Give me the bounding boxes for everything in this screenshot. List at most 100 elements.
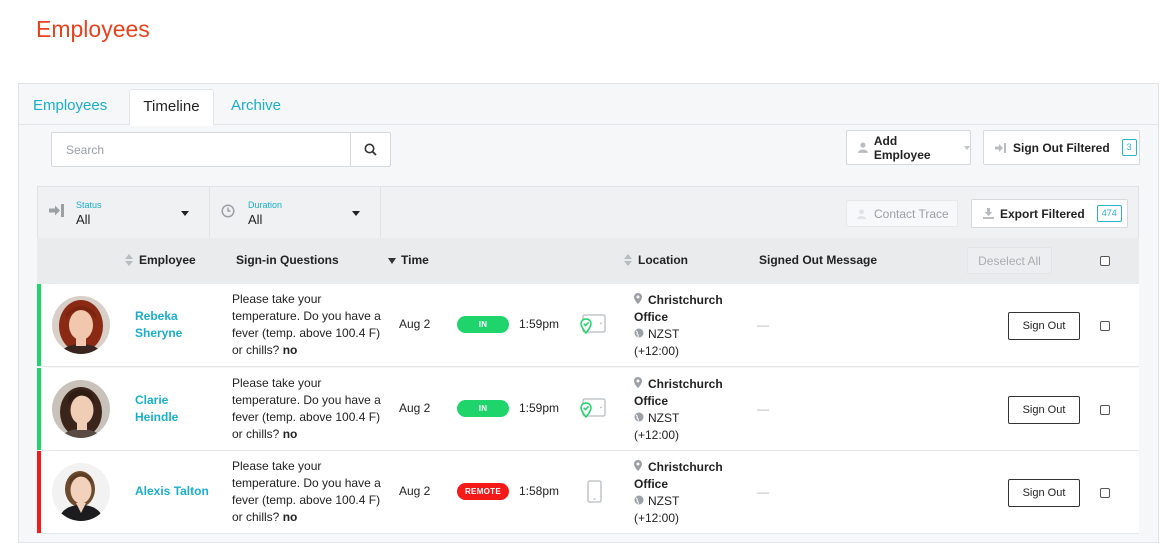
search-icon <box>364 143 377 156</box>
timezone-offset: (+12:00) <box>634 344 680 358</box>
search-button[interactable] <box>350 133 390 166</box>
duration-filter-label: Duration <box>248 200 283 210</box>
signed-out-message-column-header: Signed Out Message <box>759 253 877 267</box>
sign-in-question: Please take your temperature. Do you hav… <box>232 291 382 359</box>
page-title: Employees <box>36 16 150 42</box>
table-header: Employee Sign-in Questions Time Location… <box>37 238 1139 284</box>
location-name: Christchurch <box>648 293 723 307</box>
row-checkbox[interactable] <box>1100 488 1110 498</box>
employee-last-name: Heindle <box>135 410 179 424</box>
chevron-down-icon <box>352 211 360 216</box>
globe-icon <box>634 410 648 427</box>
row-checkbox[interactable] <box>1100 405 1110 415</box>
timezone: NZST <box>648 327 680 341</box>
location-sub: Office <box>634 477 669 491</box>
sign-in-questions-column-header: Sign-in Questions <box>236 253 339 267</box>
location-cell: Christchurch Office NZST (+12:00) <box>634 376 744 444</box>
question-answer: no <box>282 427 298 441</box>
globe-icon <box>634 326 648 343</box>
timezone: NZST <box>648 411 680 425</box>
download-icon <box>983 208 994 219</box>
employee-full-name: Alexis Talton <box>135 484 209 498</box>
employees-panel: Employees Timeline Archive Add Employee … <box>18 83 1159 543</box>
filter-bar: Status All Duration All Contact Trace Ex… <box>37 186 1139 239</box>
location-sub: Office <box>634 310 669 324</box>
sign-in-date: Aug 2 <box>399 317 431 331</box>
sign-out-button[interactable]: Sign Out <box>1008 312 1080 340</box>
row-checkbox[interactable] <box>1100 321 1110 331</box>
add-employee-button[interactable]: Add Employee <box>846 130 971 165</box>
tab-timeline[interactable]: Timeline <box>129 89 214 126</box>
status-badge: IN <box>457 400 509 417</box>
time-header-label: Time <box>401 253 429 267</box>
select-all-checkbox[interactable] <box>1100 256 1110 266</box>
employee-first-name: Clarie <box>135 393 169 407</box>
location-name: Christchurch <box>648 377 723 391</box>
sign-in-time: 1:58pm <box>519 484 560 498</box>
status-filter-value: All <box>76 212 91 227</box>
questions-header-label: Sign-in Questions <box>236 253 339 267</box>
tab-employees[interactable]: Employees <box>33 89 107 125</box>
employee-name-link[interactable]: Clarie Heindle <box>135 392 178 426</box>
table-row: Clarie Heindle Please take your temperat… <box>37 368 1139 451</box>
avatar <box>52 380 110 438</box>
user-icon <box>858 142 868 153</box>
status-filter-label: Status <box>76 200 102 210</box>
location-cell: Christchurch Office NZST (+12:00) <box>634 292 744 360</box>
employee-name-link[interactable]: Alexis Talton <box>135 483 209 500</box>
question-answer: no <box>282 343 298 357</box>
status-indicator-bar <box>37 451 41 533</box>
location-column-header[interactable]: Location <box>624 253 688 267</box>
tablet-check-icon <box>580 314 606 335</box>
sign-in-icon <box>49 204 64 217</box>
location-header-label: Location <box>638 253 688 267</box>
timezone: NZST <box>648 494 680 508</box>
search-input[interactable] <box>52 133 351 166</box>
sign-out-button[interactable]: Sign Out <box>1008 479 1080 507</box>
deselect-all-button[interactable]: Deselect All <box>967 247 1052 274</box>
sign-out-filtered-label: Sign Out Filtered <box>1013 140 1110 155</box>
sign-in-question: Please take your temperature. Do you hav… <box>232 375 382 443</box>
sign-out-button[interactable]: Sign Out <box>1008 396 1080 424</box>
duration-filter[interactable]: Duration All <box>210 187 381 239</box>
time-column-header[interactable]: Time <box>388 253 429 267</box>
export-filtered-button[interactable]: Export Filtered 474 <box>971 199 1128 228</box>
globe-icon <box>634 493 648 510</box>
table-row: Rebeka Sheryne Please take your temperat… <box>37 284 1139 367</box>
timezone-offset: (+12:00) <box>634 511 680 525</box>
signed-out-message: — <box>757 402 769 416</box>
status-filter[interactable]: Status All <box>38 187 210 239</box>
sort-icon <box>624 254 632 266</box>
sort-descending-icon <box>388 258 396 264</box>
count-badge: 474 <box>1096 205 1122 222</box>
table-row: Alexis Talton Please take your temperatu… <box>37 451 1139 534</box>
sort-icon <box>125 254 133 266</box>
map-pin-icon <box>634 459 648 476</box>
employee-header-label: Employee <box>139 253 196 267</box>
sign-in-date: Aug 2 <box>399 484 431 498</box>
duration-filter-value: All <box>248 212 263 227</box>
timezone-offset: (+12:00) <box>634 428 680 442</box>
sign-out-icon <box>995 142 1006 153</box>
user-icon <box>857 208 866 219</box>
status-indicator-bar <box>37 368 41 450</box>
employee-name-link[interactable]: Rebeka Sheryne <box>135 308 182 342</box>
question-text: Please take your temperature. Do you hav… <box>232 292 381 357</box>
employee-column-header[interactable]: Employee <box>125 253 196 267</box>
location-cell: Christchurch Office NZST (+12:00) <box>634 459 744 527</box>
contact-trace-label: Contact Trace <box>874 206 949 221</box>
tab-archive[interactable]: Archive <box>231 89 281 125</box>
map-pin-icon <box>634 292 648 309</box>
question-text: Please take your temperature. Do you hav… <box>232 376 381 441</box>
sign-in-date: Aug 2 <box>399 401 431 415</box>
export-filtered-label: Export Filtered <box>1000 206 1085 221</box>
question-text: Please take your temperature. Do you hav… <box>232 459 381 524</box>
contact-trace-button[interactable]: Contact Trace <box>846 200 958 227</box>
status-badge: REMOTE <box>457 483 509 500</box>
tab-bar: Employees Timeline Archive <box>19 84 1158 126</box>
status-badge: IN <box>457 316 509 333</box>
signed-out-message: — <box>757 485 769 499</box>
employee-last-name: Sheryne <box>135 326 183 340</box>
location-sub: Office <box>634 394 669 408</box>
sign-out-filtered-button[interactable]: Sign Out Filtered 3 <box>983 130 1140 165</box>
